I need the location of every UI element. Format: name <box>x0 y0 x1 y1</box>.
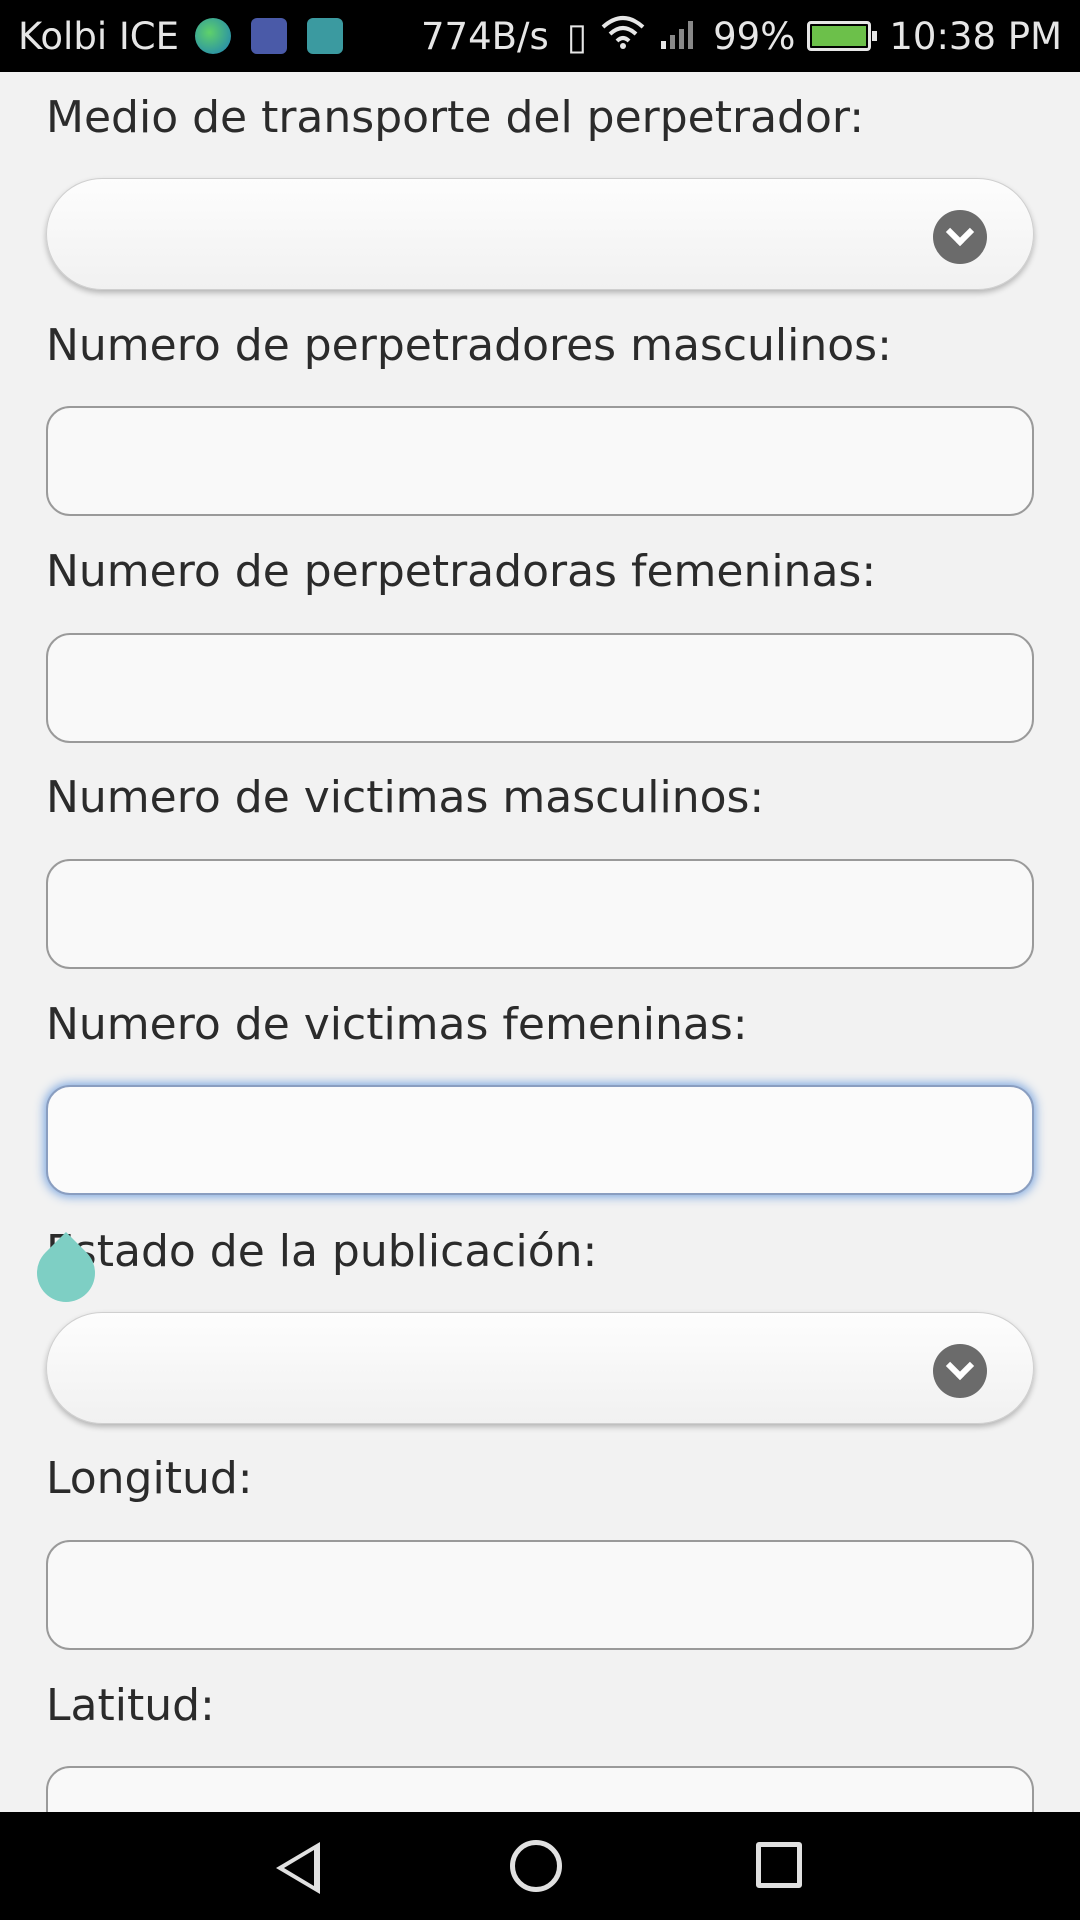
female-victims-label: Numero de victimas femeninas: <box>46 999 748 1050</box>
battery-percent: 99% <box>713 14 796 58</box>
latitude-label: Latitud: <box>46 1680 215 1731</box>
transport-label: Medio de transporte del perpetrador: <box>46 92 865 143</box>
latitude-input[interactable] <box>46 1766 1034 1812</box>
recents-icon[interactable] <box>756 1842 802 1888</box>
wifi-icon <box>601 15 645 58</box>
home-icon[interactable] <box>510 1840 562 1892</box>
female-perpetrators-label: Numero de perpetradoras femeninas: <box>46 546 877 597</box>
transport-select[interactable] <box>46 178 1034 290</box>
longitude-input[interactable] <box>46 1540 1034 1650</box>
network-speed: 774B/s <box>421 14 549 58</box>
vibrate-icon: ▯ <box>566 14 588 58</box>
female-perpetrators-input[interactable] <box>46 633 1034 743</box>
female-victims-input[interactable] <box>46 1085 1034 1195</box>
chevron-down-icon <box>933 1344 987 1398</box>
gallery-icon <box>307 18 343 54</box>
signal-icon <box>659 15 699 58</box>
globe-icon <box>195 18 231 54</box>
clock: 10:38 PM <box>889 14 1062 58</box>
navigation-bar <box>0 1812 1080 1920</box>
report-form: Medio de transporte del perpetrador: Num… <box>0 72 1080 1812</box>
male-victims-label: Numero de victimas masculinos: <box>46 772 765 823</box>
male-perpetrators-label: Numero de perpetradores masculinos: <box>46 320 892 371</box>
battery-icon <box>807 21 878 51</box>
health-icon <box>251 18 287 54</box>
male-victims-input[interactable] <box>46 859 1034 969</box>
publication-status-label: Estado de la publicación: <box>46 1226 598 1277</box>
back-icon[interactable] <box>276 1842 320 1894</box>
publication-status-select[interactable] <box>46 1312 1034 1424</box>
carrier-name: Kolbi ICE <box>18 14 179 58</box>
chevron-down-icon <box>933 210 987 264</box>
longitude-label: Longitud: <box>46 1453 253 1504</box>
status-bar: Kolbi ICE 774B/s ▯ 99% 10:38 PM <box>0 0 1080 72</box>
battery-level <box>812 26 866 46</box>
male-perpetrators-input[interactable] <box>46 406 1034 516</box>
